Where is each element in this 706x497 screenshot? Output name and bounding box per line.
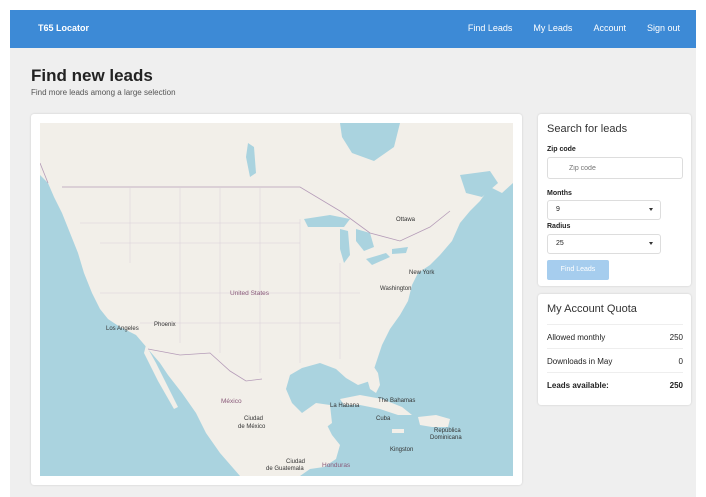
chevron-down-icon bbox=[649, 242, 653, 245]
leads-map[interactable]: Ottawa New York Washington United States… bbox=[40, 123, 513, 476]
nav-account[interactable]: Account bbox=[593, 23, 626, 33]
find-leads-button[interactable]: Find Leads bbox=[547, 260, 609, 280]
nav-links: Find Leads My Leads Account Sign out bbox=[468, 23, 680, 33]
nav-find-leads[interactable]: Find Leads bbox=[468, 23, 513, 33]
map-label-united-states: United States bbox=[230, 290, 270, 297]
map-label-phoenix: Phoenix bbox=[154, 322, 176, 328]
map-label-kingston: Kingston bbox=[390, 447, 414, 453]
map-label-honduras: Honduras bbox=[322, 462, 351, 469]
radius-label: Radius bbox=[547, 223, 571, 230]
quota-label: Downloads in May bbox=[547, 357, 613, 366]
quota-value: 250 bbox=[669, 381, 683, 390]
map-land-jamaica bbox=[392, 429, 404, 433]
map-land-hispaniola bbox=[418, 415, 450, 427]
map-label-ciudad-guatemala-2: de Guatemala bbox=[266, 466, 304, 472]
navbar: T65 Locator Find Leads My Leads Account … bbox=[10, 10, 696, 48]
map-label-dominicana: Dominicana bbox=[430, 435, 462, 441]
zip-code-label: Zip code bbox=[547, 146, 576, 153]
map-label-bahamas: The Bahamas bbox=[378, 398, 416, 404]
chevron-down-icon bbox=[649, 208, 653, 211]
quota-label: Leads available: bbox=[547, 381, 609, 390]
map-label-ottawa: Ottawa bbox=[396, 217, 416, 223]
map-label-cuba: Cuba bbox=[376, 416, 391, 422]
map-label-republica: República bbox=[434, 428, 461, 434]
nav-sign-out[interactable]: Sign out bbox=[647, 23, 680, 33]
quota-row-available: Leads available: 250 bbox=[547, 372, 683, 396]
brand-logo[interactable]: T65 Locator bbox=[38, 23, 89, 33]
map-label-ciudad-mexico-2: de México bbox=[238, 424, 266, 430]
quota-value: 0 bbox=[678, 357, 683, 366]
radius-select[interactable]: 25 bbox=[547, 234, 661, 254]
map-label-washington: Washington bbox=[380, 286, 412, 292]
map-label-ciudad-mexico-1: Ciudad bbox=[244, 416, 264, 422]
page-subtitle: Find more leads among a large selection bbox=[31, 88, 176, 97]
map-label-ciudad-guatemala-1: Ciudad bbox=[286, 459, 306, 465]
search-panel: Search for leads Zip code Months 9 Radiu… bbox=[538, 114, 691, 286]
quota-label: Allowed monthly bbox=[547, 333, 606, 342]
months-select-value: 9 bbox=[556, 206, 560, 213]
quota-value: 250 bbox=[669, 333, 683, 342]
quota-panel: My Account Quota Allowed monthly 250 Dow… bbox=[538, 294, 691, 405]
app-frame: T65 Locator Find Leads My Leads Account … bbox=[10, 10, 696, 497]
quota-row-downloads: Downloads in May 0 bbox=[547, 348, 683, 372]
page-title: Find new leads bbox=[31, 66, 153, 85]
nav-my-leads[interactable]: My Leads bbox=[533, 23, 572, 33]
months-label: Months bbox=[547, 190, 572, 197]
quota-panel-title: My Account Quota bbox=[547, 303, 637, 315]
map-label-new-york: New York bbox=[409, 270, 435, 276]
map-label-los-angeles: Los Angeles bbox=[106, 326, 139, 332]
months-select[interactable]: 9 bbox=[547, 200, 661, 220]
search-panel-title: Search for leads bbox=[547, 123, 628, 135]
quota-row-allowed: Allowed monthly 250 bbox=[547, 324, 683, 348]
radius-select-value: 25 bbox=[556, 240, 564, 247]
zip-code-input[interactable] bbox=[547, 157, 683, 179]
map-card: Ottawa New York Washington United States… bbox=[31, 114, 522, 485]
map-svg bbox=[40, 123, 513, 476]
map-label-mexico: México bbox=[221, 398, 242, 405]
map-label-la-habana: La Habana bbox=[330, 403, 360, 409]
